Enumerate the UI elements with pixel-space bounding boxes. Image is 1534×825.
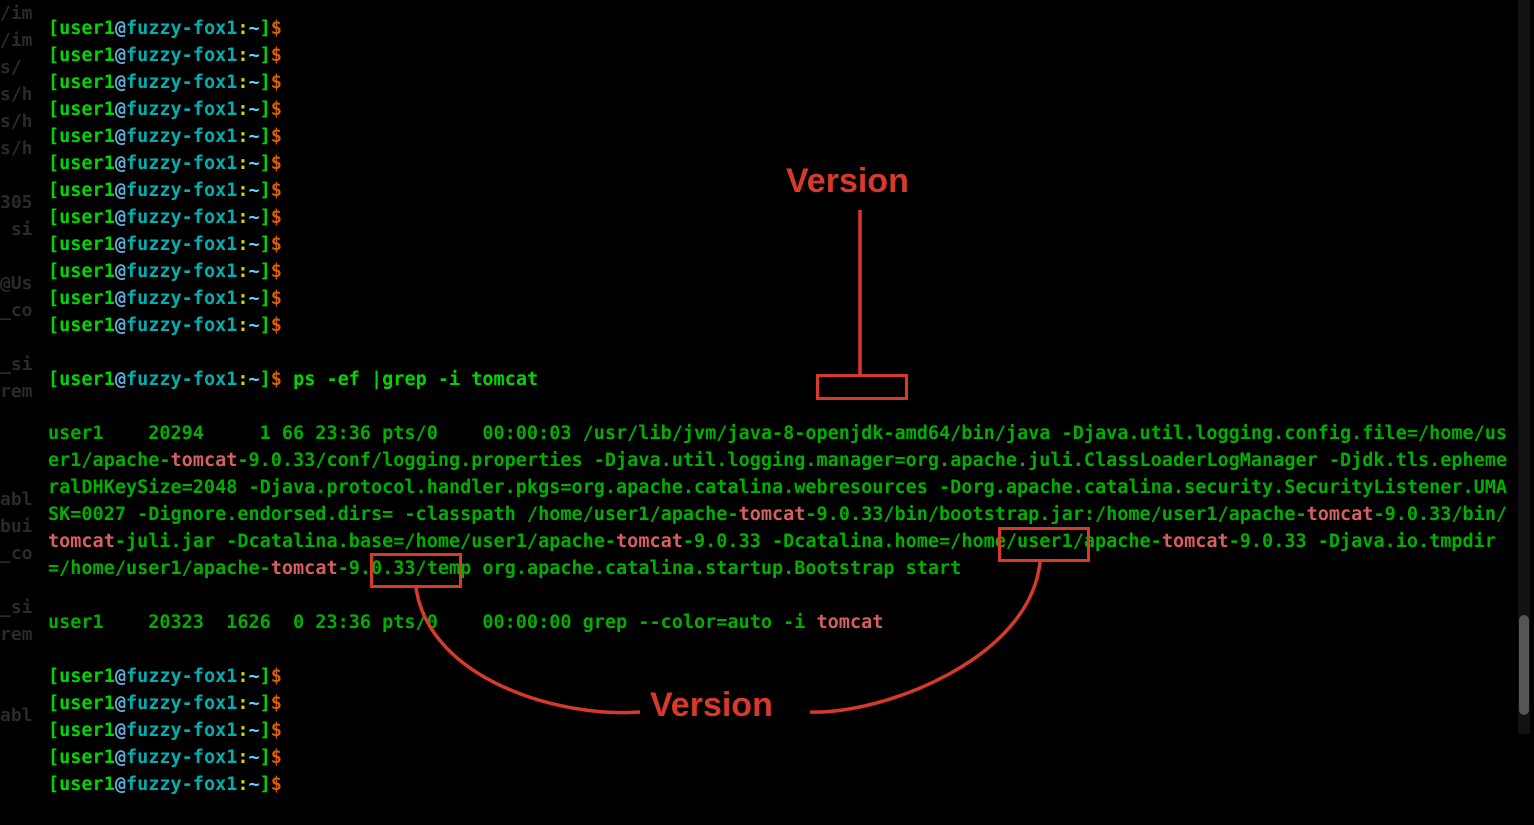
empty-prompt-line: [user1@fuzzy-fox1:~]$ [48, 150, 1514, 177]
empty-prompt-line: [user1@fuzzy-fox1:~]$ [48, 231, 1514, 258]
empty-prompt-line: [user1@fuzzy-fox1:~]$ [48, 123, 1514, 150]
empty-prompt-line: [user1@fuzzy-fox1:~]$ [48, 258, 1514, 285]
terminal-output[interactable]: [user1@fuzzy-fox1:~]$[user1@fuzzy-fox1:~… [48, 0, 1514, 734]
command-line: [user1@fuzzy-fox1:~]$ ps -ef |grep -i to… [48, 366, 1514, 393]
grep-match: tomcat [171, 450, 238, 471]
scrollbar-track[interactable] [1518, 0, 1530, 734]
grep-match: tomcat [739, 504, 806, 525]
grep-match: tomcat [271, 558, 338, 579]
empty-prompt-line: [user1@fuzzy-fox1:~]$ [48, 717, 1514, 744]
empty-prompt-line: [user1@fuzzy-fox1:~]$ [48, 744, 1514, 771]
empty-prompt-line: [user1@fuzzy-fox1:~]$ [48, 15, 1514, 42]
empty-prompt-line: [user1@fuzzy-fox1:~]$ [48, 663, 1514, 690]
empty-prompt-line: [user1@fuzzy-fox1:~]$ [48, 285, 1514, 312]
background-code-strip: /im /im s/ s/h s/h s/h 305 si @Us _co _s… [0, 0, 48, 734]
ps-output-process-1: user1 20294 1 66 23:36 pts/0 00:00:03 /u… [48, 420, 1514, 582]
empty-prompt-line: [user1@fuzzy-fox1:~]$ [48, 312, 1514, 339]
typed-command: ps -ef |grep -i tomcat [293, 369, 538, 390]
grep-match: tomcat [817, 612, 884, 633]
empty-prompt-line: [user1@fuzzy-fox1:~]$ [48, 69, 1514, 96]
empty-prompt-line: [user1@fuzzy-fox1:~]$ [48, 96, 1514, 123]
empty-prompt-line: [user1@fuzzy-fox1:~]$ [48, 690, 1514, 717]
grep-match: tomcat [48, 531, 115, 552]
scrollbar-thumb[interactable] [1519, 615, 1529, 715]
empty-prompt-line: [user1@fuzzy-fox1:~]$ [48, 177, 1514, 204]
empty-prompt-line: [user1@fuzzy-fox1:~]$ [48, 42, 1514, 69]
grep-match: tomcat [1307, 504, 1374, 525]
grep-match: tomcat [616, 531, 683, 552]
empty-prompt-line: [user1@fuzzy-fox1:~]$ [48, 204, 1514, 231]
grep-match: tomcat [1162, 531, 1229, 552]
ps-output-process-2: user1 20323 1626 0 23:36 pts/0 00:00:00 … [48, 609, 1514, 636]
empty-prompt-line: [user1@fuzzy-fox1:~]$ [48, 771, 1514, 798]
